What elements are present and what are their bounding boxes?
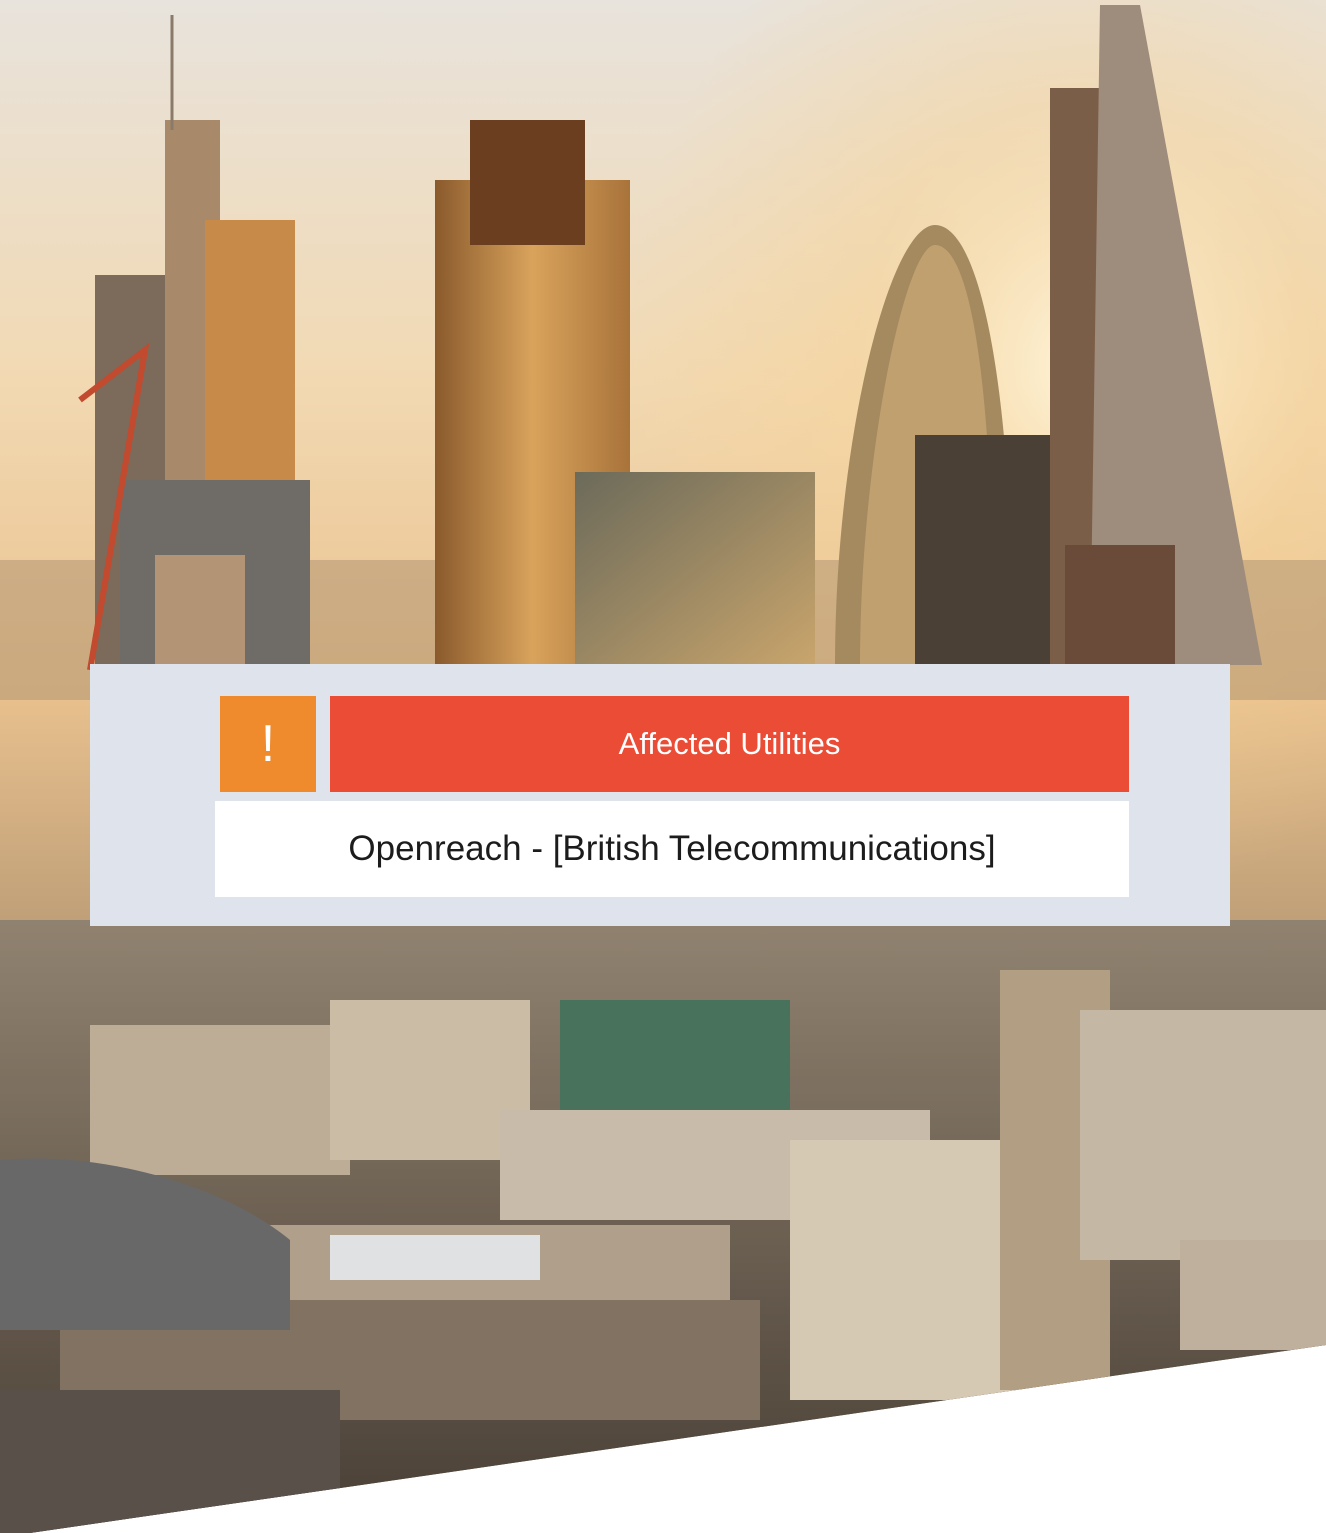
- affected-utilities-panel: ! Affected Utilities Openreach - [Britis…: [90, 664, 1230, 926]
- panel-title: Affected Utilities: [330, 696, 1129, 792]
- exclamation-icon: !: [220, 696, 316, 792]
- utility-item: Openreach - [British Telecommunications]: [215, 801, 1129, 897]
